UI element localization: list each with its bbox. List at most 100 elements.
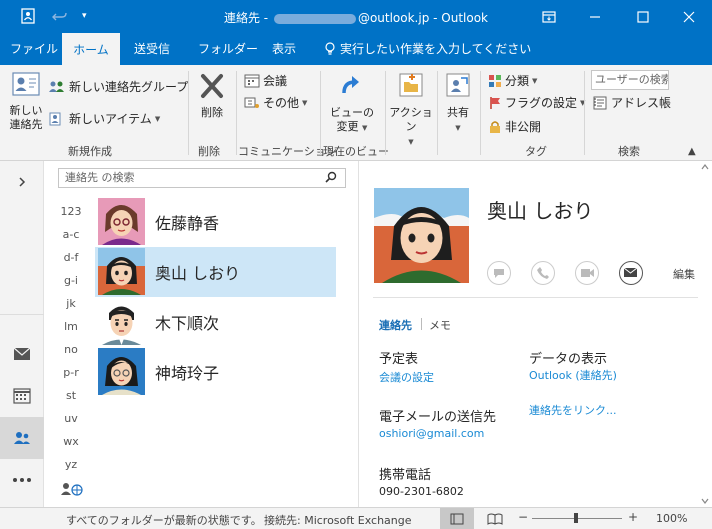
tab-folder[interactable]: フォルダー	[198, 33, 258, 65]
connection-status: 接続先: Microsoft Exchange	[264, 514, 412, 527]
ribbon-display-options-button[interactable]	[526, 0, 572, 33]
ribbon-separator	[188, 71, 189, 155]
nav-mail-button[interactable]	[0, 333, 44, 375]
share-label: 共有	[447, 106, 469, 119]
contact-photo[interactable]	[374, 188, 469, 283]
address-book-button[interactable]: アドレス帳	[592, 93, 671, 113]
change-view-dropdown-icon: ▼	[362, 124, 368, 132]
folder-move-icon	[388, 71, 434, 103]
new-items-button[interactable]: 新しいアイテム ▼	[48, 109, 160, 129]
search-people-input[interactable]: ユーザーの検索	[591, 70, 669, 90]
lock-icon	[490, 121, 500, 133]
meeting-calendar-icon	[244, 74, 260, 88]
contact-list-item[interactable]: 佐藤静香	[95, 197, 336, 247]
zoom-slider[interactable]: − +	[518, 510, 638, 524]
search-icon[interactable]	[325, 171, 337, 189]
collapse-ribbon-icon[interactable]: ▲	[688, 146, 696, 157]
video-call-icon[interactable]	[575, 261, 599, 285]
phone-call-icon[interactable]	[531, 261, 555, 285]
link-contacts-link[interactable]: 連絡先をリンク...	[529, 402, 617, 418]
more-button[interactable]: その他 ▼	[244, 93, 307, 113]
quick-access-dropdown-icon[interactable]: ▾	[82, 11, 87, 21]
zoom-out-icon[interactable]: −	[518, 510, 528, 524]
change-view-button[interactable]: ビューの 変更 ▼	[326, 73, 378, 135]
view-source-link[interactable]: Outlook (連絡先)	[529, 367, 617, 383]
meeting-button[interactable]: 会議	[244, 71, 287, 91]
undo-icon[interactable]	[52, 8, 68, 28]
contact-name: 奥山 しおり	[155, 264, 241, 283]
new-contact-button[interactable]: 新しい 連絡先	[6, 71, 46, 132]
ribbon: 新しい 連絡先 新しい連絡先グループ 新しいアイテム ▼ 新規作成 削除 削除 …	[0, 65, 712, 161]
delete-label: 削除	[201, 106, 223, 119]
alpha-index-g-i[interactable]: g-i	[58, 274, 84, 287]
ribbon-separator	[320, 71, 321, 155]
alpha-index-lm[interactable]: lm	[58, 320, 84, 333]
contact-avatar	[98, 348, 145, 395]
delete-button[interactable]: 削除	[192, 73, 232, 120]
alpha-index-no[interactable]: no	[58, 343, 84, 356]
minimize-button[interactable]	[572, 0, 618, 33]
email-address-link[interactable]: oshiori@gmail.com	[379, 427, 484, 440]
alpha-index-wx[interactable]: wx	[58, 435, 84, 448]
edit-contact-link[interactable]: 編集	[673, 266, 695, 282]
outlook-contacts-app-icon[interactable]	[20, 8, 36, 28]
alpha-index-st[interactable]: st	[58, 389, 84, 402]
schedule-meeting-link[interactable]: 会議の設定	[379, 369, 434, 385]
private-button[interactable]: 非公開	[488, 117, 541, 137]
contact-list-item-selected[interactable]: 奥山 しおり	[95, 247, 336, 297]
alpha-index-123[interactable]: 123	[58, 205, 84, 218]
tab-send-receive[interactable]: 送受信	[134, 33, 170, 65]
contact-name: 神埼玲子	[155, 364, 220, 383]
tab-file[interactable]: ファイル	[10, 33, 58, 65]
alpha-index-d-f[interactable]: d-f	[58, 251, 84, 264]
contact-card-icon	[6, 71, 46, 101]
contact-list-item[interactable]: 神埼玲子	[95, 347, 336, 397]
people-globe-icon[interactable]	[60, 481, 84, 500]
alpha-index-a-c[interactable]: a-c	[58, 228, 84, 241]
new-contact-group-label: 新しい連絡先グループ	[69, 80, 189, 94]
alpha-index-jk[interactable]: jk	[58, 297, 84, 310]
alpha-index-p-r[interactable]: p-r	[58, 366, 84, 379]
normal-view-icon	[450, 513, 464, 524]
alpha-index-yz[interactable]: yz	[58, 458, 84, 471]
people-icon	[14, 432, 30, 444]
detail-scrollbar[interactable]	[698, 161, 712, 507]
window-title-prefix: 連絡先 -	[223, 11, 272, 25]
contact-group-icon	[49, 81, 64, 92]
new-contact-group-button[interactable]: 新しい連絡先グループ	[48, 77, 188, 97]
categorize-button[interactable]: 分類 ▼	[488, 71, 537, 91]
ribbon-tabs: ファイル ホーム 送受信 フォルダー 表示 実行したい作業を入力してください	[0, 33, 712, 65]
maximize-button[interactable]	[620, 0, 666, 33]
redacted-email	[273, 13, 356, 24]
group-find-label: 検索	[618, 145, 640, 158]
contact-search-input[interactable]: 連絡先 の検索	[58, 168, 346, 188]
tab-contact-details[interactable]: 連絡先	[379, 317, 412, 333]
share-contact-icon	[440, 71, 476, 103]
normal-view-button[interactable]	[440, 508, 474, 529]
zoom-in-icon[interactable]: +	[628, 510, 638, 524]
group-communicate-label: コミュニケーション	[238, 145, 337, 158]
categorize-label: 分類	[505, 74, 530, 88]
tell-me-box[interactable]: 実行したい作業を入力してください	[324, 33, 531, 65]
tab-home[interactable]: ホーム	[62, 33, 120, 65]
alpha-index-uv[interactable]: uv	[58, 412, 84, 425]
close-button[interactable]	[666, 0, 712, 33]
tab-notes[interactable]: メモ	[429, 317, 451, 333]
navigation-bar	[0, 161, 44, 507]
send-email-icon[interactable]	[619, 261, 643, 285]
expand-folder-pane-icon[interactable]	[0, 161, 44, 203]
nav-more-button[interactable]	[0, 459, 44, 501]
tab-view[interactable]: 表示	[272, 33, 296, 65]
reading-view-button[interactable]	[478, 508, 512, 529]
tab-separator	[421, 318, 422, 330]
instant-message-icon[interactable]	[487, 261, 511, 285]
contact-full-name: 奥山 しおり	[487, 199, 594, 223]
zoom-thumb[interactable]	[574, 513, 578, 523]
nav-calendar-button[interactable]	[0, 375, 44, 417]
contact-list-pane: 連絡先 の検索 123 a-c d-f g-i jk lm no p-r st …	[44, 161, 359, 507]
share-button[interactable]: 共有 ▼	[440, 71, 476, 135]
nav-people-button[interactable]	[0, 417, 44, 459]
follow-up-button[interactable]: フラグの設定 ▼	[488, 93, 585, 113]
contact-list-item[interactable]: 木下順次	[95, 297, 336, 347]
actions-button[interactable]: アクション ▼	[388, 71, 434, 149]
